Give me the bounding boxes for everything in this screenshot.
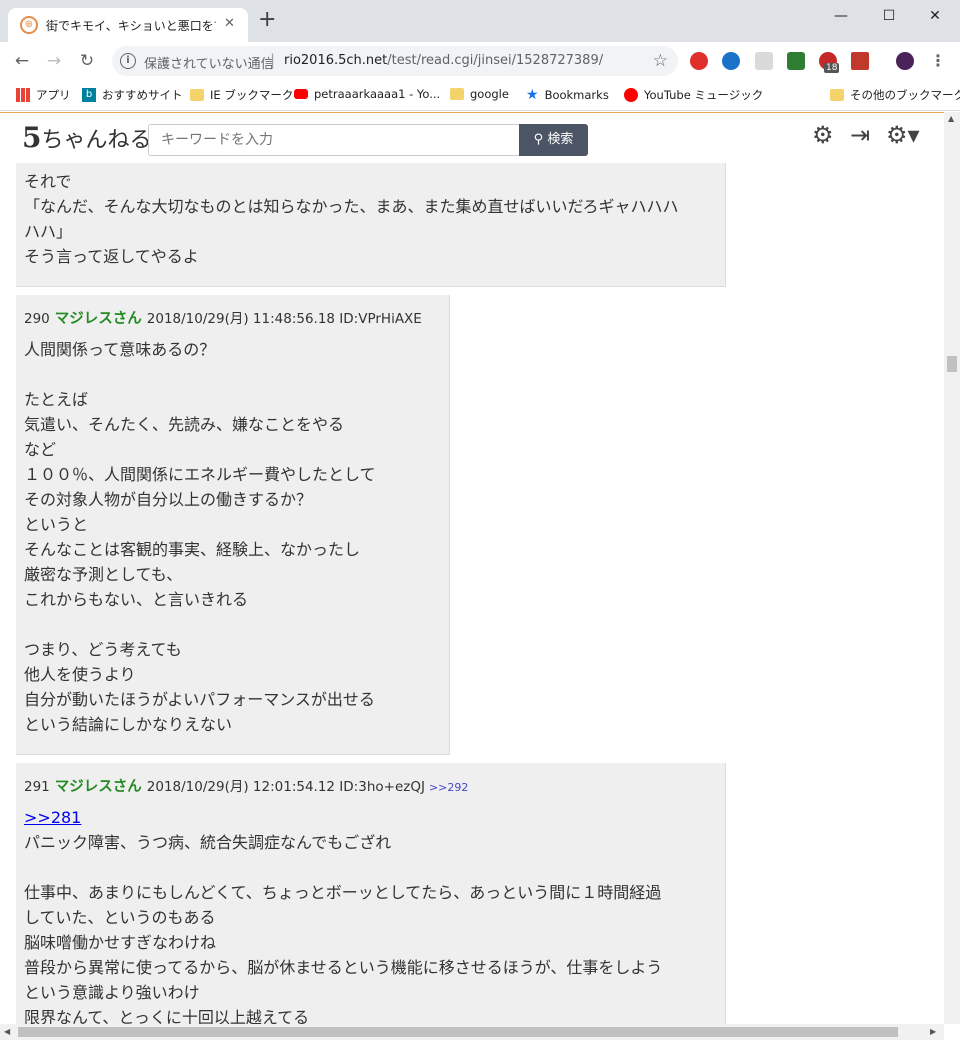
search-button-label: 検索: [547, 132, 574, 147]
tab-title: 街でキモイ、キショいと悪口を言われる: [46, 19, 216, 33]
folder-icon: [190, 89, 204, 101]
site-logo[interactable]: 5ちゃんねる: [22, 121, 152, 154]
tab-close-icon[interactable]: ✕: [224, 16, 235, 31]
post-number[interactable]: 290: [24, 311, 50, 327]
bookmark-bookmarks[interactable]: ★ Bookmarks: [526, 87, 609, 103]
bookmark-label: google: [470, 87, 509, 101]
search-icon: ⚲: [533, 132, 548, 147]
bookmark-google[interactable]: google: [450, 87, 509, 101]
vertical-scroll-thumb[interactable]: [947, 356, 957, 372]
post-body: >>281 パニック障害、うつ病、統合失調症なんでもござれ 仕事中、あまりにもし…: [24, 805, 662, 1024]
post-290: 290 マジレスさん 2018/10/29(月) 11:48:56.18 ID:VP…: [16, 295, 450, 755]
profile-avatar[interactable]: [896, 52, 914, 70]
new-tab-button[interactable]: +: [258, 9, 276, 31]
post-number[interactable]: 291: [24, 779, 50, 795]
extension-badge: 18: [824, 63, 840, 73]
post-date: 2018/10/29(月) 11:48:56.18 ID:VPrHiAXE: [146, 311, 422, 327]
extension-shield-icon[interactable]: [755, 52, 773, 70]
maximize-button[interactable]: ☐: [866, 4, 912, 28]
info-icon[interactable]: i: [120, 53, 136, 69]
bookmark-star-icon[interactable]: ☆: [653, 51, 668, 71]
site-favicon-icon: ⊕: [20, 16, 38, 34]
bookmark-label: おすすめサイト: [102, 88, 183, 102]
bookmark-other[interactable]: その他のブックマーク: [830, 87, 960, 103]
extension-bank-icon[interactable]: [722, 52, 740, 70]
bookmark-label: IE ブックマーク: [210, 88, 294, 102]
settings-gear-icon[interactable]: ⚙▾: [886, 121, 920, 149]
bookmark-label: アプリ: [36, 88, 71, 102]
scroll-up-icon[interactable]: ▲: [948, 114, 954, 123]
back-icon[interactable]: ←: [10, 49, 34, 73]
close-window-button[interactable]: ✕: [912, 4, 958, 28]
tab-strip: ⊕ 街でキモイ、キショいと悪口を言われる ✕ + — ☐ ✕: [0, 0, 960, 42]
post-291: 291 マジレスさん 2018/10/29(月) 12:01:54.12 ID:3h…: [16, 763, 726, 1024]
logo-text: ちゃんねる: [41, 128, 152, 153]
address-bar[interactable]: i 保護されていない通信 | rio2016.5ch.net/test/read…: [112, 46, 678, 76]
browser-menu-icon[interactable]: ⋮: [930, 51, 946, 70]
page-content: 5ちゃんねる ⚲ 検索 ⚙ ⇥ ⚙▾ それで 「なんだ、そんな大切なものとは知ら…: [0, 112, 944, 1024]
url-text: rio2016.5ch.net/test/read.cgi/jinsei/152…: [284, 53, 604, 68]
site-header: 5ちゃんねる ⚲ 検索 ⚙ ⇥ ⚙▾: [0, 113, 944, 163]
url-separator: |: [270, 51, 276, 69]
logo-number: 5: [22, 121, 42, 154]
star-icon: ★: [526, 87, 539, 103]
login-icon[interactable]: ⇥: [850, 121, 870, 149]
post-date: 2018/10/29(月) 12:01:54.12 ID:3ho+ezQJ: [146, 779, 425, 795]
bookmark-youtube-music[interactable]: YouTube ミュージック: [624, 87, 763, 103]
bookmarks-bar: アプリ b おすすめサイト IE ブックマーク petraaarkaaaa1 -…: [0, 80, 960, 111]
reply-link[interactable]: >>292: [429, 781, 468, 794]
apps-grid-icon: [16, 88, 30, 102]
youtube-icon: [294, 89, 308, 99]
folder-icon: [450, 88, 464, 100]
horizontal-scrollbar[interactable]: ◀ ▶: [0, 1024, 944, 1040]
post-body-text: パニック障害、うつ病、統合失調症なんでもござれ 仕事中、あまりにもしんどくて、ち…: [24, 833, 663, 1024]
poster-name: マジレスさん: [54, 311, 142, 327]
search-button[interactable]: ⚲ 検索: [519, 124, 588, 156]
post-meta: 290 マジレスさん 2018/10/29(月) 11:48:56.18 ID:VP…: [24, 307, 422, 328]
scroll-left-icon[interactable]: ◀: [4, 1027, 10, 1036]
post-body: 人間関係って意味あるの？ たとえば 気遣い、そんたく、先読み、嫌なことをやる な…: [24, 340, 376, 734]
search-input[interactable]: [148, 124, 520, 156]
extension-recycle-icon[interactable]: [787, 52, 805, 70]
folder-icon: [830, 89, 844, 101]
bookmark-ie[interactable]: IE ブックマーク: [190, 87, 293, 103]
poster-name: マジレスさん: [54, 779, 142, 795]
horizontal-scroll-thumb[interactable]: [18, 1027, 898, 1037]
youtube-music-icon: [624, 88, 638, 102]
bookmark-recommended[interactable]: b おすすめサイト: [82, 87, 183, 103]
badge-icon[interactable]: ⚙: [812, 121, 834, 149]
security-status: 保護されていない通信: [144, 57, 274, 72]
browser-tab[interactable]: ⊕ 街でキモイ、キショいと悪口を言われる ✕: [8, 8, 248, 42]
forward-icon[interactable]: →: [42, 49, 66, 73]
bookmark-label: Bookmarks: [544, 88, 609, 102]
minimize-button[interactable]: —: [818, 4, 864, 28]
bookmark-label: その他のブックマーク: [850, 88, 960, 102]
post-meta: 291 マジレスさん 2018/10/29(月) 12:01:54.12 ID:3h…: [24, 775, 468, 796]
pdf-extension-icon[interactable]: [851, 52, 869, 70]
extension-red-icon[interactable]: [690, 52, 708, 70]
bookmark-apps[interactable]: アプリ: [16, 87, 71, 103]
bing-icon: b: [82, 88, 96, 102]
post-continuation: それで 「なんだ、そんな大切なものとは知らなかった、まあ、また集め直せばいいだろ…: [16, 163, 726, 287]
anchor-link[interactable]: >>281: [24, 808, 81, 827]
bookmark-label: YouTube ミュージック: [644, 88, 764, 102]
bookmark-label: petraaarkaaaa1 - Yo...: [314, 87, 441, 101]
reload-icon[interactable]: ↻: [75, 49, 99, 73]
scroll-right-icon[interactable]: ▶: [930, 1027, 936, 1036]
post-body: それで 「なんだ、そんな大切なものとは知らなかった、まあ、また集め直せばいいだろ…: [24, 172, 679, 266]
bookmark-youtube[interactable]: petraaarkaaaa1 - Yo...: [294, 87, 440, 101]
browser-toolbar: ← → ↻ i 保護されていない通信 | rio2016.5ch.net/tes…: [0, 42, 960, 80]
vertical-scrollbar[interactable]: ▲: [944, 112, 960, 1024]
